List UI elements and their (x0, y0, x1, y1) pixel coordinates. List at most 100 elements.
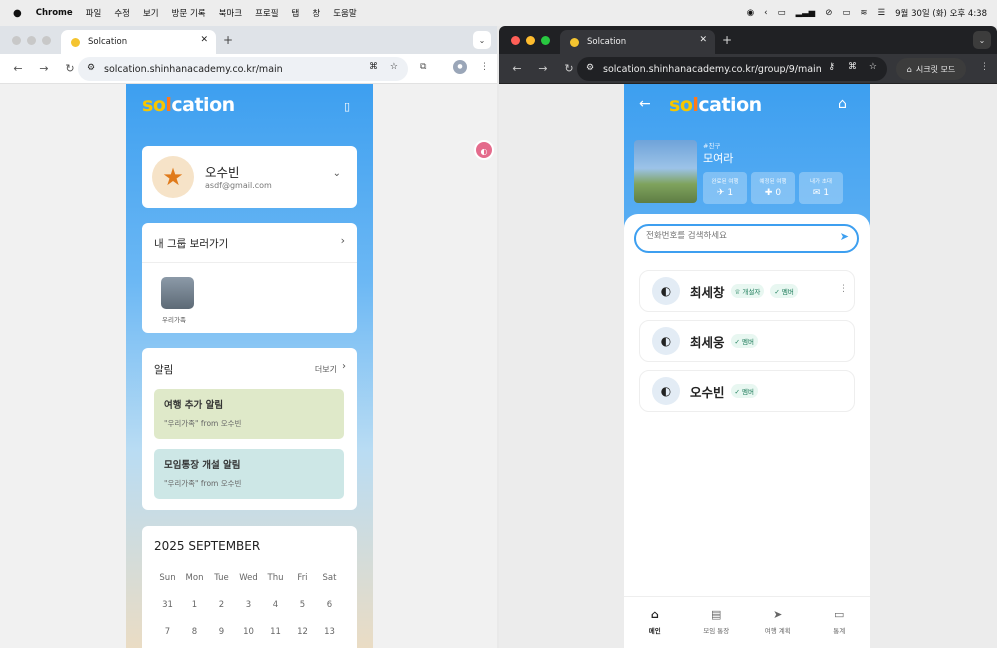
forward-icon[interactable]: → (36, 62, 52, 75)
member-row[interactable]: ◐ 최세창 ♕ 개설자 ✓ 멤버 ⋮ (639, 270, 855, 312)
calendar-day[interactable]: 13 (316, 618, 343, 645)
menu-item-file[interactable]: 파일 (86, 7, 102, 19)
zoom-window-button[interactable] (541, 36, 550, 45)
new-tab-button[interactable]: + (223, 33, 233, 47)
chevron-down-icon[interactable]: ⌄ (333, 168, 341, 179)
calendar-day[interactable]: 11 (262, 618, 289, 645)
alert-item[interactable]: 여행 추가 알림 "우리가족" from 오수빈 (154, 389, 344, 439)
calendar-day[interactable]: 7 (154, 618, 181, 645)
minimize-window-button[interactable] (27, 36, 36, 45)
group-thumbnail[interactable] (161, 277, 194, 309)
logout-icon[interactable]: ▯ (344, 100, 350, 113)
bookmark-star-icon[interactable]: ☆ (869, 62, 877, 72)
apple-icon[interactable]: ● (13, 8, 22, 19)
nav-trip-plan[interactable]: ➤ 여행 계획 (747, 597, 809, 648)
close-icon[interactable]: ✕ (699, 35, 707, 45)
site-info-icon[interactable]: ⚙ (586, 63, 594, 73)
calendar-day[interactable]: 5 (289, 591, 316, 618)
chevron-right-icon[interactable]: › (342, 361, 346, 372)
calendar-day[interactable]: 4 (262, 591, 289, 618)
incognito-indicator[interactable]: ⌂ 시크릿 모드 (896, 58, 966, 80)
battery-icon[interactable]: ▭ (842, 8, 850, 18)
calendar-day[interactable]: 3 (235, 591, 262, 618)
weekday-label: Sat (322, 572, 337, 583)
group-card-title[interactable]: 내 그룹 보러가기 (154, 236, 228, 251)
wifi-icon[interactable]: ≋ (860, 8, 867, 18)
menu-item-bookmarks[interactable]: 북마크 (219, 7, 242, 19)
display-icon[interactable]: ▭ (778, 8, 786, 18)
reload-icon[interactable]: ↻ (561, 62, 577, 75)
back-icon[interactable]: ← (10, 62, 26, 75)
solcation-main-app: solcation ▯ ★ 오수빈 asdf@gmail.com ⌄ 내 그룹 … (126, 84, 373, 648)
back-arrow-icon[interactable]: ← (639, 96, 651, 112)
solcation-logo[interactable]: solcation (669, 94, 762, 116)
calendar-day[interactable]: 2 (208, 591, 235, 618)
menu-item-history[interactable]: 방문 기록 (172, 7, 206, 19)
forward-icon[interactable]: → (535, 62, 551, 75)
menu-item-tab[interactable]: 탭 (292, 7, 300, 19)
activity-icon[interactable]: ▂▃▅ (796, 8, 816, 18)
menu-item-view[interactable]: 보기 (143, 7, 159, 19)
password-key-icon[interactable]: ⚷ (828, 62, 835, 72)
calendar-day[interactable]: 10 (235, 618, 262, 645)
translate-icon[interactable]: ⌘ (369, 62, 378, 72)
profile-card[interactable]: ★ 오수빈 asdf@gmail.com ⌄ (142, 146, 357, 208)
menu-kebab-icon[interactable]: ⋮ (980, 62, 989, 72)
menu-kebab-icon[interactable]: ⋮ (480, 62, 489, 72)
calendar-day[interactable]: 6 (316, 591, 343, 618)
alert-item[interactable]: 모임통장 개설 알림 "우리가족" from 오수빈 (154, 449, 344, 499)
browser-tab[interactable]: Solcation ✕ (560, 30, 715, 54)
back-icon[interactable]: ← (509, 62, 525, 75)
chevron-right-icon[interactable]: › (341, 234, 345, 247)
solcation-logo[interactable]: solcation (142, 94, 235, 116)
chevron-left-icon[interactable]: ‹ (764, 8, 767, 18)
profile-avatar[interactable]: ● (453, 60, 467, 74)
site-info-icon[interactable]: ⚙ (87, 63, 95, 73)
menu-item-window[interactable]: 창 (312, 7, 320, 19)
menubar-clock[interactable]: 9월 30일 (화) 오후 4:38 (895, 7, 987, 19)
close-window-button[interactable] (12, 36, 21, 45)
phone-search-input[interactable] (646, 231, 831, 241)
tab-search-button[interactable]: ⌄ (973, 31, 991, 49)
more-icon[interactable]: ⋮ (839, 284, 848, 294)
member-row[interactable]: ◐ 오수빈 ✓ 멤버 (639, 370, 855, 412)
home-icon[interactable]: ⌂ (838, 96, 847, 112)
calendar-day[interactable]: 9 (208, 618, 235, 645)
close-icon[interactable]: ✕ (200, 35, 208, 45)
phone-search-field[interactable]: ➤ (634, 224, 859, 253)
nav-main[interactable]: ⌂ 메인 (624, 597, 686, 648)
send-icon[interactable]: ➤ (840, 230, 849, 243)
calendar-day[interactable]: 1 (181, 591, 208, 618)
profile-switch-icon[interactable]: ◐ (474, 140, 494, 160)
menu-item-profile[interactable]: 프로필 (255, 7, 278, 19)
calendar-day[interactable]: 31 (154, 591, 181, 618)
browser-tab[interactable]: Solcation ✕ (61, 30, 216, 54)
translate-icon[interactable]: ⌘ (848, 62, 857, 72)
zoom-window-button[interactable] (42, 36, 51, 45)
menu-item-edit[interactable]: 수정 (114, 7, 130, 19)
record-icon[interactable]: ◉ (747, 8, 754, 18)
nav-stats[interactable]: ▭ 통계 (809, 597, 871, 648)
profile-name: 오수빈 (205, 165, 240, 180)
bookmark-star-icon[interactable]: ☆ (390, 62, 398, 72)
menu-app-name[interactable]: Chrome (36, 8, 73, 18)
menu-item-help[interactable]: 도움말 (333, 7, 356, 19)
tab-search-button[interactable]: ⌄ (473, 31, 491, 49)
extensions-icon[interactable]: ⧉ (420, 62, 426, 72)
nav-group-account[interactable]: ▤ 모임 통장 (686, 597, 748, 648)
alert-sub: "우리가족" from 오수빈 (164, 419, 242, 428)
chart-icon: ▭ (834, 608, 845, 621)
minimize-window-button[interactable] (526, 36, 535, 45)
new-tab-button[interactable]: + (722, 33, 732, 47)
member-row[interactable]: ◐ 최세웅 ✓ 멤버 (639, 320, 855, 362)
address-bar[interactable]: ⚙ solcation.shinhanacademy.co.kr/main ⌘ … (78, 57, 408, 81)
calendar-day[interactable]: 8 (181, 618, 208, 645)
alerts-more-link[interactable]: 더보기 (315, 364, 337, 375)
calendar-day[interactable]: 12 (289, 618, 316, 645)
close-window-button[interactable] (511, 36, 520, 45)
reload-icon[interactable]: ↻ (62, 62, 78, 75)
control-center-icon[interactable]: ☰ (878, 8, 886, 18)
browser-toolbar: ← → ↻ ⚙ solcation.shinhanacademy.co.kr/m… (0, 54, 497, 84)
address-bar[interactable]: ⚙ solcation.shinhanacademy.co.kr/group/9… (577, 57, 887, 81)
mute-icon[interactable]: ⊘ (825, 8, 832, 18)
